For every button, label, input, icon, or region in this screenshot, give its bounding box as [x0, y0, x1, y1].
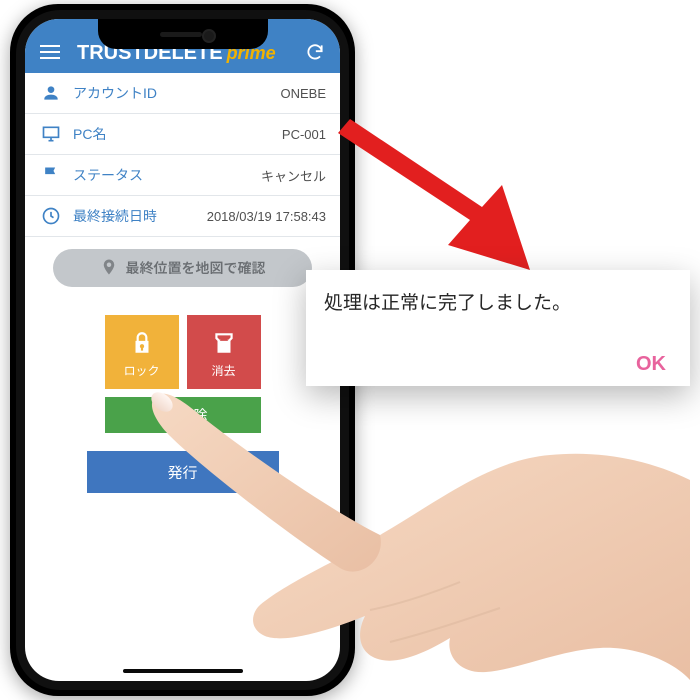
- completion-dialog: 処理は正常に完了しました。 OK: [306, 270, 690, 386]
- row-pc: PC名 PC-001: [25, 114, 340, 155]
- value: キャンセル: [261, 166, 326, 185]
- map-button-label: 最終位置を地図で確認: [126, 258, 266, 278]
- pin-icon: [100, 258, 118, 279]
- info-list: アカウントID ONEBE PC名 PC-001 ステータス キャンセル 最終接…: [25, 73, 340, 237]
- person-icon: [39, 83, 63, 103]
- label: 最終接続日時: [73, 206, 207, 226]
- value: PC-001: [282, 127, 326, 142]
- phone-notch: [98, 19, 268, 49]
- value: ONEBE: [280, 86, 326, 101]
- label: アカウントID: [73, 83, 280, 103]
- dialog-ok-button[interactable]: OK: [636, 353, 666, 376]
- erase-icon: [211, 326, 237, 360]
- callout-arrow: [330, 125, 530, 275]
- row-account: アカウントID ONEBE: [25, 73, 340, 114]
- refresh-icon[interactable]: [302, 39, 328, 65]
- clock-icon: [39, 206, 63, 226]
- row-status: ステータス キャンセル: [25, 155, 340, 196]
- row-lastconnect: 最終接続日時 2018/03/19 17:58:43: [25, 196, 340, 237]
- map-location-button[interactable]: 最終位置を地図で確認: [53, 249, 312, 287]
- pointing-hand: [130, 360, 690, 680]
- lock-icon: [129, 326, 155, 360]
- value: 2018/03/19 17:58:43: [207, 209, 326, 224]
- label: PC名: [73, 124, 282, 144]
- menu-icon[interactable]: [37, 39, 63, 65]
- label: ステータス: [73, 165, 261, 185]
- monitor-icon: [39, 124, 63, 144]
- dialog-message: 処理は正常に完了しました。: [324, 288, 672, 315]
- flag-icon: [39, 165, 63, 185]
